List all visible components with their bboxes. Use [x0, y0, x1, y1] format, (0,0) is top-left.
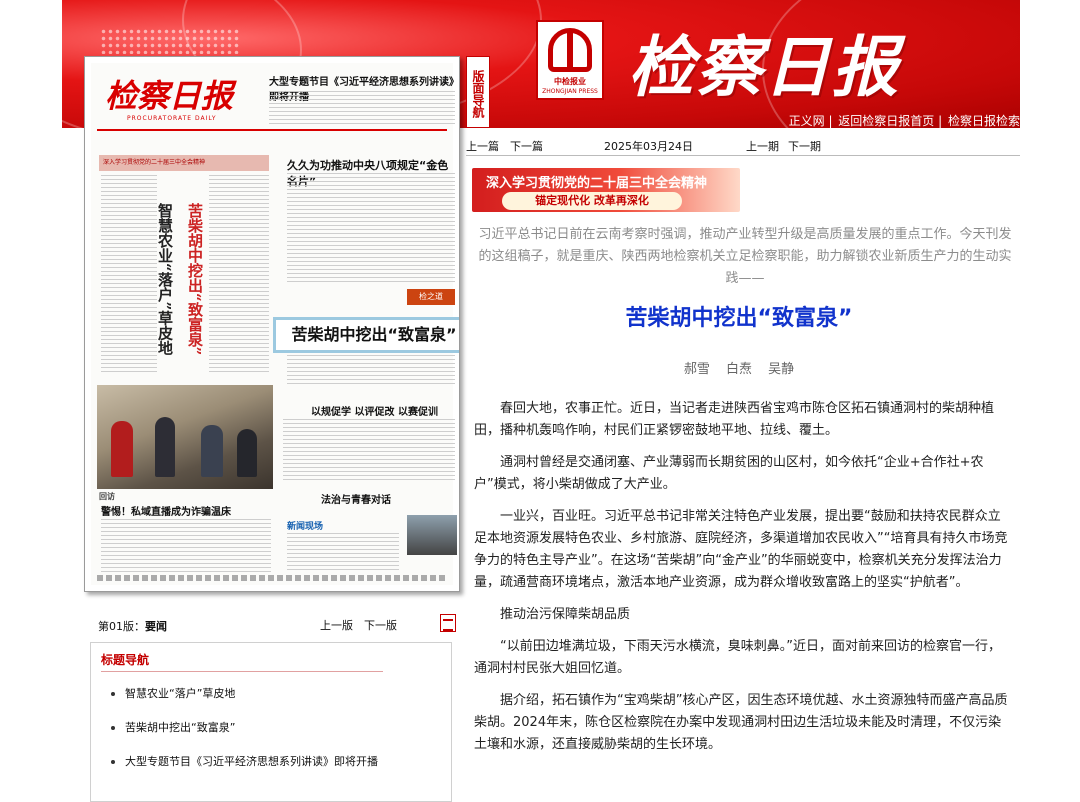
campaign-banner-line1: 深入学习贯彻党的二十届三中全会精神	[486, 176, 708, 191]
thumbnail-text-block	[101, 519, 271, 573]
article-subheading: 推动治污保障柴胡品质	[500, 607, 631, 622]
thumbnail-text-block	[283, 419, 455, 483]
photo-person	[237, 429, 257, 477]
thumbnail-masthead: 检察日报	[105, 77, 234, 115]
prev-issue-link[interactable]: 上一期	[746, 138, 779, 154]
article-lead: 习近平总书记日前在云南考察时强调，推动产业转型升级是高质量发展的重点工作。今天刊…	[478, 227, 1012, 286]
article-body: 春回大地，农事正忙。近日，当记者走进陕西省宝鸡市陈仓区拓石镇通洞村的柴胡种植田，…	[474, 398, 1012, 766]
article-paragraph: 一业兴，百业旺。习近平总书记非常关注特色产业发展，提出要“鼓励和扶持农民群众立足…	[474, 509, 1008, 590]
article-paragraph: 通洞村曾经是交通闭塞、产业薄弱而长期贫困的山区村，如今依托“企业+合作社+农户”…	[474, 455, 984, 492]
article-paragraph: “以前田边堆满垃圾，下雨天污水横流，臭味刺鼻。”近日，面对前来回访的检察官一行，…	[474, 639, 1001, 676]
logo-caption: 中检报业	[554, 77, 586, 86]
toc-item-label[interactable]: 智慧农业“落户”草皮地	[125, 687, 235, 700]
article-authors: 郝雪 白焘 吴静	[474, 358, 1004, 377]
page-label: 第01版：要闻	[98, 618, 167, 634]
thumbnail-text-block	[269, 91, 455, 125]
thumbnail-headline-left[interactable]: 警惕！私域直播成为诈骗温床	[101, 503, 231, 518]
toc-list: 智慧农业“落户”草皮地 苦柴胡中挖出“致富泉” 大型专题节目《习近平经济思想系列…	[111, 687, 441, 789]
campaign-banner-line2: 锚定现代化 改革再深化	[502, 192, 682, 210]
article-title: 苦柴胡中挖出“致富泉”	[625, 306, 853, 331]
toc-item[interactable]: 苦柴胡中挖出“致富泉”	[111, 721, 441, 755]
prev-article-link[interactable]: 上一篇	[466, 138, 499, 154]
link-home[interactable]: 返回检察日报首页	[838, 114, 934, 128]
author: 郝雪	[683, 362, 710, 377]
thumbnail-page: 检察日报 PROCURATORATE DAILY 大型专题节目《习近平经济思想系…	[91, 63, 459, 585]
toc-heading: 标题导航	[101, 653, 150, 667]
page-thumbnail[interactable]: 检察日报 PROCURATORATE DAILY 大型专题节目《习近平经济思想系…	[84, 56, 460, 592]
link-search[interactable]: 检察日报检索	[948, 114, 1020, 128]
next-page-link[interactable]: 下一版	[364, 617, 397, 633]
thumbnail-news-label: 新闻现场	[287, 522, 324, 532]
next-article-link[interactable]: 下一篇	[510, 138, 543, 154]
banner-dots	[100, 28, 240, 54]
next-issue-link[interactable]: 下一期	[788, 138, 821, 154]
thumbnail-caption: 回访	[99, 492, 115, 501]
press-logo-mark	[548, 28, 592, 72]
title-navigation: 标题导航 智慧农业“落户”草皮地 苦柴胡中挖出“致富泉” 大型专题节目《习近平经…	[90, 642, 452, 802]
bullet-icon	[111, 692, 115, 696]
page-bar: 第01版：要闻 上一版 下一版	[90, 614, 460, 634]
thumbnail-rule	[97, 129, 447, 131]
photo-person	[111, 421, 133, 477]
thumbnail-seal: 检之道	[407, 289, 455, 305]
thumbnail-banner: 深入学习贯彻党的二十届三中全会精神	[99, 155, 269, 171]
photo-person	[201, 425, 223, 477]
masthead: 检察日报	[628, 28, 900, 106]
prev-page-link[interactable]: 上一版	[320, 617, 353, 633]
nav-divider	[466, 155, 1020, 156]
thumbnail-headline-mid[interactable]: 以规促学 以评促改 以赛促训	[311, 403, 438, 418]
thumbnail-vertical-title-1[interactable]: 苦柴胡中挖出“致富泉”	[185, 203, 206, 403]
toc-item[interactable]: 大型专题节目《习近平经济思想系列讲读》即将开播	[111, 755, 441, 789]
issue-nav: 上一篇 下一篇 2025年03月24日 上一期 下一期	[466, 136, 1020, 156]
toc-item[interactable]: 智慧农业“落户”草皮地	[111, 687, 441, 721]
top-links: 正义网 | 返回检察日报首页 | 检察日报检索	[788, 114, 1020, 128]
bullet-icon	[111, 726, 115, 730]
pdf-icon[interactable]	[440, 614, 456, 632]
toc-item-label[interactable]: 苦柴胡中挖出“致富泉”	[125, 721, 235, 734]
thumbnail-text-block	[287, 173, 455, 285]
page-nav-tab[interactable]: 版面导航	[466, 56, 490, 128]
thumbnail-text-block	[101, 175, 157, 375]
thumbnail-text-block	[287, 533, 399, 573]
author: 白焘	[725, 362, 752, 377]
logo-caption-en: ZHONGJIAN PRESS	[542, 88, 598, 95]
toc-divider	[101, 671, 383, 672]
toc-item-label[interactable]: 大型专题节目《习近平经济思想系列讲读》即将开播	[125, 755, 378, 768]
thumbnail-vertical-title-2[interactable]: 智慧农业“落户”草皮地	[155, 203, 176, 403]
issue-date: 2025年03月24日	[604, 140, 693, 153]
thumbnail-footer	[97, 575, 447, 581]
campaign-banner: 深入学习贯彻党的二十届三中全会精神 锚定现代化 改革再深化	[472, 168, 740, 212]
thumbnail-photo-small	[407, 515, 457, 555]
thumbnail-text-block	[287, 355, 455, 385]
link-zhengyi[interactable]: 正义网	[789, 114, 825, 128]
thumbnail-text-block	[209, 175, 269, 375]
press-logo: 中检报业 ZHONGJIAN PRESS	[536, 20, 604, 100]
author: 吴静	[768, 362, 795, 377]
page-number: 第01版：	[98, 620, 145, 633]
bullet-icon	[111, 760, 115, 764]
thumbnail-photo	[97, 385, 273, 489]
thumbnail-headline-right2[interactable]: 法治与青春对话	[321, 491, 391, 506]
thumbnail-subtitle: PROCURATORATE DAILY	[127, 115, 217, 122]
photo-person	[155, 417, 175, 477]
article-paragraph: 春回大地，农事正忙。近日，当记者走进陕西省宝鸡市陈仓区拓石镇通洞村的柴胡种植田，…	[474, 401, 995, 438]
page-name: 要闻	[145, 620, 167, 633]
thumbnail-highlight-article[interactable]: 苦柴胡中挖出“致富泉”	[273, 317, 459, 353]
article-paragraph: 据介绍，拓石镇作为“宝鸡柴胡”核心产区，因生态环境优越、水土资源独特而盛产高品质…	[474, 693, 1008, 752]
